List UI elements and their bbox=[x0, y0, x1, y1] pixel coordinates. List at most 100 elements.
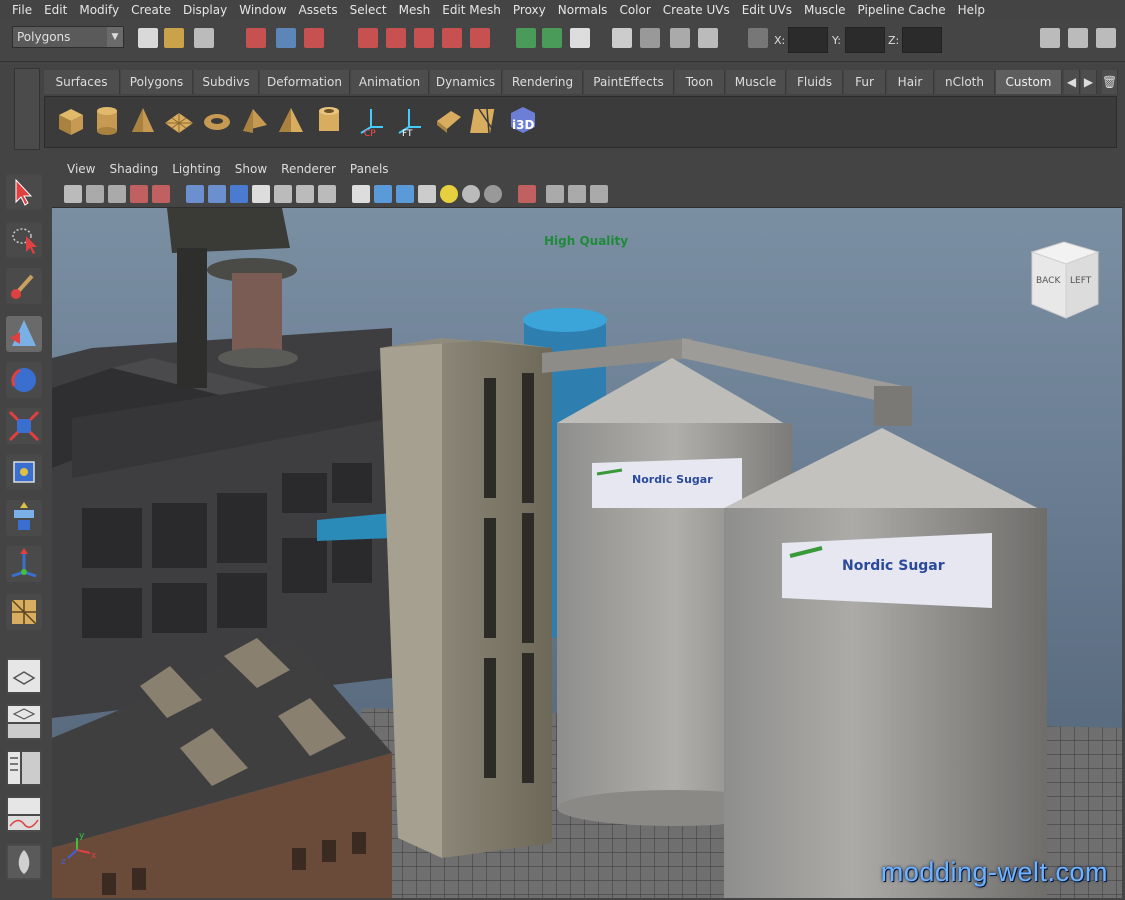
trash-icon[interactable]: 🗑 bbox=[1102, 70, 1118, 94]
menu-window[interactable]: Window bbox=[233, 3, 292, 17]
tab-fur[interactable]: Fur bbox=[844, 70, 886, 94]
menu-edit[interactable]: Edit bbox=[38, 3, 73, 17]
menu-mesh[interactable]: Mesh bbox=[393, 3, 437, 17]
grease-pencil-icon[interactable] bbox=[152, 185, 170, 203]
outliner-layout-icon[interactable] bbox=[6, 750, 42, 786]
xray-components-icon[interactable] bbox=[590, 185, 608, 203]
wireframe-icon[interactable] bbox=[352, 185, 370, 203]
tab-muscle[interactable]: Muscle bbox=[726, 70, 786, 94]
high-quality-icon[interactable] bbox=[484, 185, 502, 203]
snap-view-plane-icon[interactable] bbox=[442, 28, 462, 48]
last-tool-icon[interactable] bbox=[6, 594, 42, 630]
menu-set-selector[interactable]: Polygons ▼ bbox=[12, 26, 124, 48]
select-tool-icon[interactable] bbox=[6, 174, 42, 210]
render-frame-icon[interactable] bbox=[612, 28, 632, 48]
tab-animation[interactable]: Animation bbox=[351, 70, 429, 94]
poly-pipe-icon[interactable] bbox=[313, 105, 345, 137]
select-component-icon[interactable] bbox=[304, 28, 324, 48]
soft-modification-icon[interactable] bbox=[6, 500, 42, 536]
tab-custom[interactable]: Custom bbox=[996, 70, 1062, 94]
menu-pipeline-cache[interactable]: Pipeline Cache bbox=[852, 3, 952, 17]
center-pivot-icon[interactable]: CP bbox=[355, 105, 387, 137]
shadows-icon[interactable] bbox=[462, 185, 480, 203]
poly-prism-icon[interactable] bbox=[239, 105, 271, 137]
menu-select[interactable]: Select bbox=[344, 3, 393, 17]
paint-select-tool-icon[interactable] bbox=[6, 268, 42, 304]
field-chart-icon[interactable] bbox=[274, 185, 292, 203]
resolution-gate-icon[interactable] bbox=[230, 185, 248, 203]
menu-color[interactable]: Color bbox=[613, 3, 656, 17]
new-scene-icon[interactable] bbox=[138, 28, 158, 48]
panel-menu-view[interactable]: View bbox=[60, 162, 102, 176]
isolate-select-icon[interactable] bbox=[546, 185, 564, 203]
open-scene-icon[interactable] bbox=[164, 28, 184, 48]
panel-menu-show[interactable]: Show bbox=[228, 162, 274, 176]
uv-editor-icon[interactable] bbox=[469, 105, 501, 137]
rotate-tool-icon[interactable] bbox=[6, 362, 42, 398]
make-live-icon[interactable] bbox=[470, 28, 490, 48]
transform-field-icon[interactable] bbox=[748, 28, 768, 48]
input-ops-icon[interactable] bbox=[516, 28, 536, 48]
menu-create[interactable]: Create bbox=[125, 3, 177, 17]
shelf-options[interactable] bbox=[14, 68, 40, 150]
smooth-shade-icon[interactable] bbox=[374, 185, 392, 203]
show-manipulator-icon[interactable] bbox=[6, 546, 42, 582]
uv-layout-icon[interactable] bbox=[433, 105, 465, 137]
xray-joints-icon[interactable] bbox=[568, 185, 586, 203]
render-settings-icon[interactable] bbox=[670, 28, 690, 48]
menu-edit-uvs[interactable]: Edit UVs bbox=[736, 3, 798, 17]
panel-menu-shading[interactable]: Shading bbox=[102, 162, 165, 176]
freeze-transform-icon[interactable]: FT bbox=[393, 105, 425, 137]
menu-assets[interactable]: Assets bbox=[293, 3, 344, 17]
menu-help[interactable]: Help bbox=[952, 3, 991, 17]
tab-toon[interactable]: Toon bbox=[675, 70, 725, 94]
tab-subdivs[interactable]: Subdivs bbox=[194, 70, 259, 94]
lasso-tool-icon[interactable] bbox=[6, 222, 42, 258]
tab-surfaces[interactable]: Surfaces bbox=[44, 70, 120, 94]
menu-create-uvs[interactable]: Create UVs bbox=[657, 3, 736, 17]
panel-menu-panels[interactable]: Panels bbox=[343, 162, 396, 176]
safe-title-icon[interactable] bbox=[318, 185, 336, 203]
use-all-lights-icon[interactable] bbox=[440, 185, 458, 203]
select-camera-icon[interactable] bbox=[64, 185, 82, 203]
tab-painteffects[interactable]: PaintEffects bbox=[584, 70, 674, 94]
film-gate-icon[interactable] bbox=[208, 185, 226, 203]
poly-torus-icon[interactable] bbox=[201, 105, 233, 137]
tab-hair[interactable]: Hair bbox=[887, 70, 934, 94]
shelf-scroll-right-icon[interactable]: ▶ bbox=[1081, 70, 1097, 94]
viewcube-left-face[interactable]: LEFT bbox=[1070, 276, 1091, 286]
grid-icon[interactable] bbox=[186, 185, 204, 203]
tab-ncloth[interactable]: nCloth bbox=[935, 70, 995, 94]
tab-rendering[interactable]: Rendering bbox=[503, 70, 583, 94]
tab-polygons[interactable]: Polygons bbox=[121, 70, 193, 94]
menu-proxy[interactable]: Proxy bbox=[507, 3, 552, 17]
tab-deformation[interactable]: Deformation bbox=[260, 70, 350, 94]
poly-cylinder-icon[interactable] bbox=[91, 105, 123, 137]
menu-edit-mesh[interactable]: Edit Mesh bbox=[436, 3, 507, 17]
construction-history-icon[interactable] bbox=[570, 28, 590, 48]
poly-plane-icon[interactable] bbox=[163, 105, 195, 137]
gate-mask-icon[interactable] bbox=[252, 185, 270, 203]
bookmarks-icon[interactable] bbox=[108, 185, 126, 203]
menu-file[interactable]: File bbox=[6, 3, 38, 17]
wireframe-on-shaded-icon[interactable] bbox=[396, 185, 414, 203]
camera-attributes-icon[interactable] bbox=[86, 185, 104, 203]
poly-cone-icon[interactable] bbox=[127, 105, 159, 137]
snap-grid-icon[interactable] bbox=[358, 28, 378, 48]
textured-icon[interactable] bbox=[418, 185, 436, 203]
select-hierarchy-icon[interactable] bbox=[246, 28, 266, 48]
channel-box-icon[interactable] bbox=[1040, 28, 1060, 48]
x-field[interactable] bbox=[788, 27, 828, 53]
hypershade-layout-icon[interactable] bbox=[6, 844, 42, 880]
viewcube-back-face[interactable]: BACK bbox=[1036, 276, 1060, 286]
menu-display[interactable]: Display bbox=[177, 3, 233, 17]
snap-curve-icon[interactable] bbox=[386, 28, 406, 48]
universal-manipulator-icon[interactable] bbox=[6, 454, 42, 490]
tab-dynamics[interactable]: Dynamics bbox=[430, 70, 502, 94]
viewcube[interactable]: BACK LEFT bbox=[1028, 238, 1100, 320]
scale-tool-icon[interactable] bbox=[6, 408, 42, 444]
panel-menu-renderer[interactable]: Renderer bbox=[274, 162, 343, 176]
z-field[interactable] bbox=[902, 27, 942, 53]
menu-normals[interactable]: Normals bbox=[552, 3, 614, 17]
panel-menu-lighting[interactable]: Lighting bbox=[165, 162, 228, 176]
